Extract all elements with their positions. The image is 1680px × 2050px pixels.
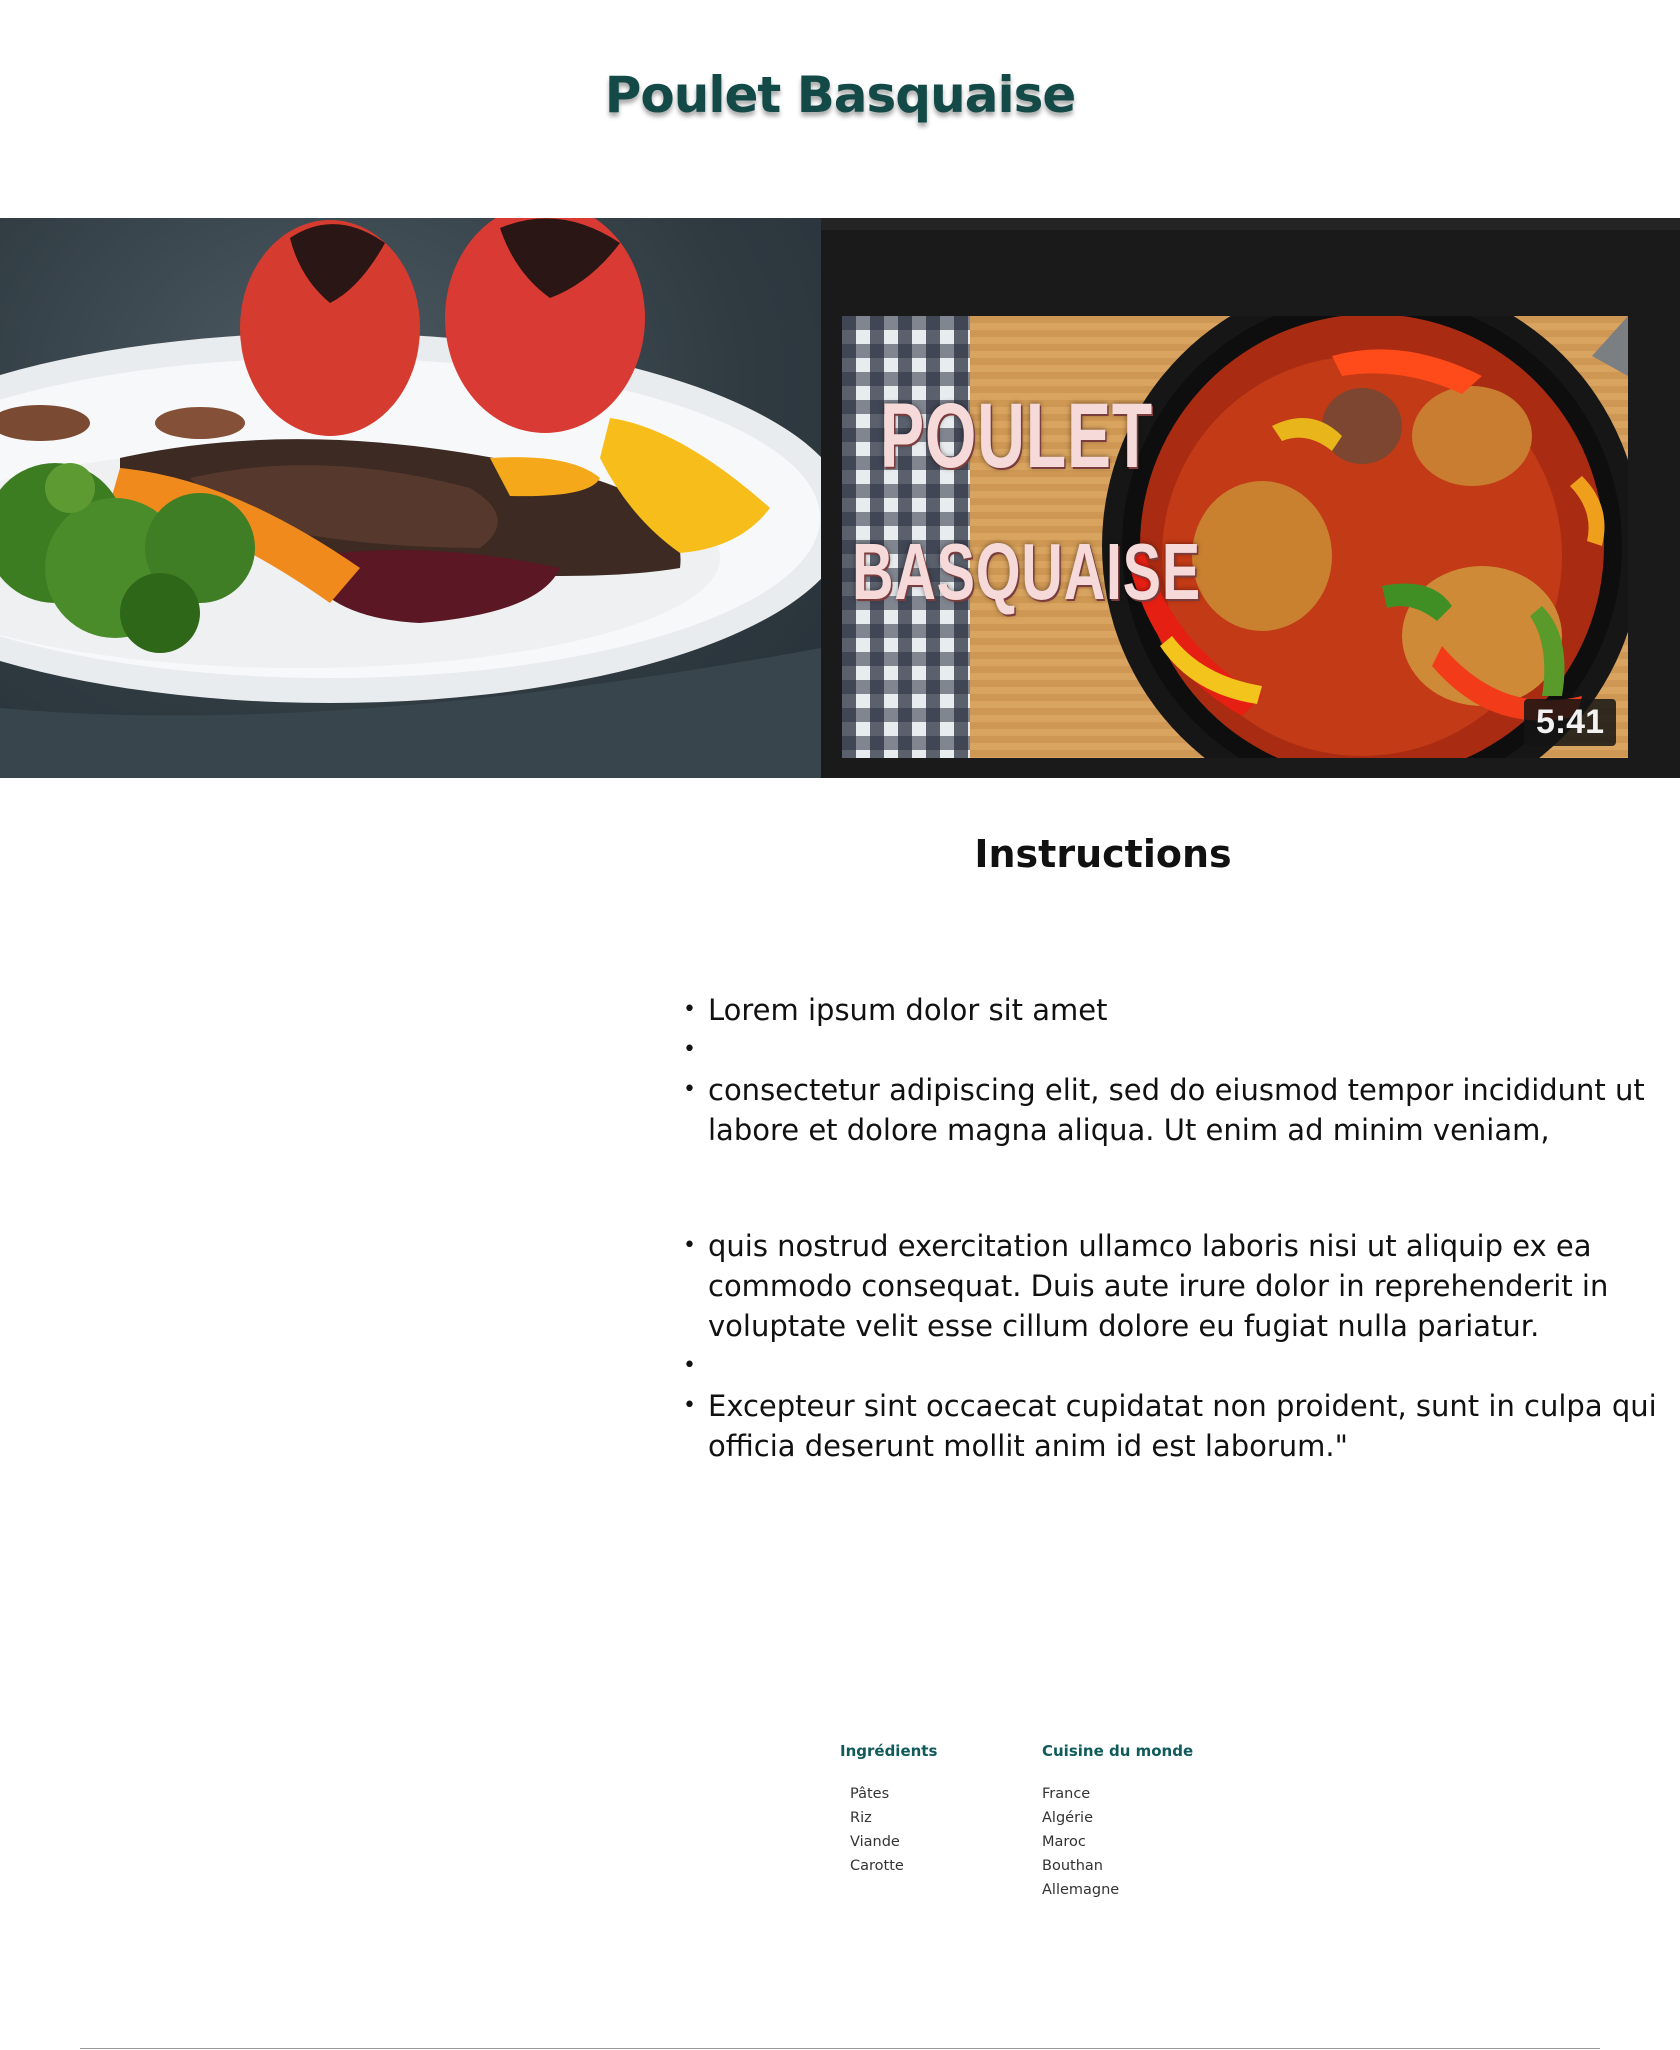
footer-link-ingredient[interactable]: Riz xyxy=(840,1806,937,1830)
instruction-step xyxy=(683,1030,1658,1070)
footer-world-cuisine: Cuisine du monde France Algérie Maroc Bo… xyxy=(1042,1742,1193,1902)
video-top-bar xyxy=(821,218,1680,230)
footer-ingredients-heading: Ingrédients xyxy=(840,1742,938,1760)
video-thumbnail[interactable]: POULET BASQUAISE 5:41 xyxy=(842,316,1628,758)
instructions-list: Lorem ipsum dolor sit amet consectetur a… xyxy=(683,990,1658,1466)
footer-link-country[interactable]: Algérie xyxy=(1042,1806,1193,1830)
footer-divider xyxy=(80,2048,1600,2049)
instruction-step xyxy=(683,1346,1658,1386)
footer-link-country[interactable]: Maroc xyxy=(1042,1830,1193,1854)
footer-link-country[interactable]: Bouthan xyxy=(1042,1854,1193,1878)
media-band: POULET BASQUAISE 5:41 xyxy=(0,218,1680,778)
instructions-heading: Instructions xyxy=(974,832,1232,876)
dish-photo-illustration xyxy=(0,218,821,778)
dish-photo xyxy=(0,218,821,778)
footer-link-country[interactable]: Allemagne xyxy=(1042,1878,1193,1902)
footer-link-country[interactable]: France xyxy=(1042,1782,1193,1806)
thumbnail-title-line1: POULET xyxy=(880,385,1153,487)
instruction-step: Lorem ipsum dolor sit amet xyxy=(683,990,1658,1030)
footer-link-ingredient[interactable]: Viande xyxy=(840,1830,937,1854)
footer-link-ingredient[interactable]: Pâtes xyxy=(840,1782,937,1806)
footer-ingredients: Ingrédients Pâtes Riz Viande Carotte xyxy=(840,1742,937,1878)
instruction-step: consectetur adipiscing elit, sed do eius… xyxy=(683,1070,1658,1150)
footer-link-ingredient[interactable]: Carotte xyxy=(840,1854,937,1878)
thumbnail-title-line2: BASQUAISE xyxy=(852,527,1201,616)
instruction-step: quis nostrud exercitation ullamco labori… xyxy=(683,1226,1658,1346)
footer-ingredients-list: Pâtes Riz Viande Carotte xyxy=(840,1782,937,1878)
footer-world-cuisine-heading: Cuisine du monde xyxy=(1042,1742,1194,1760)
video-duration-badge: 5:41 xyxy=(1523,699,1616,746)
instruction-step: Excepteur sint occaecat cupidatat non pr… xyxy=(683,1386,1658,1466)
footer-world-cuisine-list: France Algérie Maroc Bouthan Allemagne xyxy=(1042,1782,1193,1902)
page-title: Poulet Basquaise xyxy=(604,66,1077,124)
recipe-video[interactable]: POULET BASQUAISE 5:41 xyxy=(821,218,1680,778)
